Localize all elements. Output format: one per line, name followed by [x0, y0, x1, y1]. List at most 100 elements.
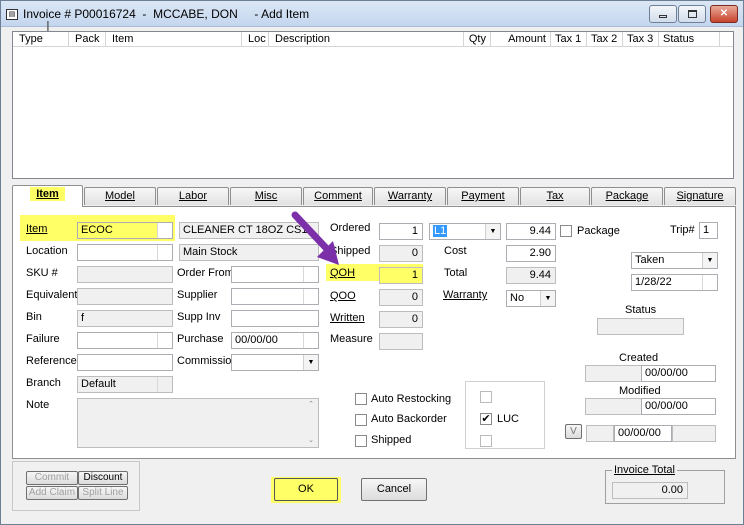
tab-misc[interactable]: Misc	[230, 187, 302, 205]
qoo-link[interactable]: QOO	[330, 290, 356, 302]
cost-input[interactable]: 2.90	[506, 245, 556, 262]
chevron-down-icon[interactable]: ▼	[303, 355, 318, 370]
invoice-lines-grid[interactable]: Type Pack Item Loc Description Qty Amoun…	[12, 31, 734, 179]
purchase-date-input[interactable]: 00/00/00	[231, 332, 319, 349]
bin-field: f	[77, 310, 173, 327]
price-level-select[interactable]: L1 ▼	[429, 223, 501, 240]
trip-input[interactable]: 1	[699, 222, 718, 239]
commission-label: Commission	[177, 355, 238, 367]
v-extra-field	[672, 425, 716, 442]
tab-item[interactable]: Item	[12, 185, 83, 207]
close-button[interactable]: ✕	[710, 5, 738, 23]
created-label: Created	[619, 352, 659, 364]
written-link[interactable]: Written	[330, 312, 365, 324]
column-header-tax2[interactable]: Tax 2	[587, 32, 623, 47]
purchase-date-button[interactable]	[303, 333, 318, 348]
supplier-input[interactable]	[231, 288, 319, 305]
split-line-button[interactable]: Split Line	[78, 486, 128, 500]
minimize-button[interactable]	[649, 5, 677, 23]
luc-group-checkbox-3[interactable]	[480, 435, 492, 447]
column-header-qty[interactable]: Qty	[464, 32, 491, 47]
shipped-checkbox[interactable]	[355, 435, 367, 447]
warranty-value: No	[510, 292, 525, 304]
trip-label: Trip#	[670, 224, 695, 236]
ordered-input[interactable]: 1	[379, 223, 423, 240]
branch-label: Branch	[26, 377, 61, 389]
chevron-down-icon[interactable]: ▼	[540, 291, 555, 306]
supp-inv-input[interactable]	[231, 310, 319, 327]
cancel-button[interactable]: Cancel	[361, 478, 427, 501]
v-button[interactable]: V	[565, 424, 582, 439]
shipped-checkbox-label: Shipped	[371, 434, 412, 446]
equivalent-label: Equivalent	[26, 289, 78, 301]
chevron-down-icon[interactable]: ▼	[485, 224, 500, 239]
auto-backorder-checkbox[interactable]	[355, 414, 367, 426]
commission-select[interactable]: ▼	[231, 354, 319, 371]
failure-input[interactable]	[77, 332, 173, 349]
measure-label: Measure	[330, 333, 373, 345]
luc-label: LUC	[497, 413, 520, 425]
location-lookup-button[interactable]	[157, 245, 172, 260]
maximize-button[interactable]	[678, 5, 706, 23]
modified-date-field: 00/00/00	[641, 398, 716, 415]
item-input[interactable]: ECOC	[77, 222, 173, 239]
location-input[interactable]	[77, 244, 173, 261]
warranty-link[interactable]: Warranty	[443, 289, 487, 301]
note-scrollbar[interactable]: ⌃ ⌄	[304, 399, 318, 447]
add-claim-button[interactable]: Add Claim	[26, 486, 78, 500]
cost-label: Cost	[444, 245, 467, 257]
price-level-value: L1	[433, 225, 448, 237]
v-date-field: 00/00/00	[614, 425, 672, 442]
column-header-item[interactable]: Item	[106, 32, 242, 47]
branch-field[interactable]: Default	[77, 376, 173, 393]
price-input[interactable]: 9.44	[506, 223, 556, 240]
taken-date-button[interactable]	[702, 275, 717, 290]
shipped-field: 0	[379, 245, 423, 262]
column-header-status[interactable]: Status	[659, 32, 720, 47]
form-icon: ▤	[6, 9, 18, 20]
purchase-label: Purchase	[177, 333, 224, 345]
column-header-type[interactable]: Type	[13, 32, 69, 47]
item-lookup-button[interactable]	[157, 223, 172, 238]
tab-package[interactable]: Package	[591, 187, 663, 205]
tab-signature[interactable]: Signature	[664, 187, 736, 205]
tab-item-label: Item	[30, 187, 65, 201]
tab-payment[interactable]: Payment	[447, 187, 519, 205]
auto-restocking-checkbox[interactable]	[355, 393, 367, 405]
tab-model[interactable]: Model	[84, 187, 156, 205]
order-from-lookup-button[interactable]	[303, 267, 318, 282]
note-textarea[interactable]: ⌃ ⌄	[77, 398, 319, 448]
ok-button[interactable]: OK	[274, 478, 338, 501]
tab-tax[interactable]: Tax	[520, 187, 590, 205]
title-bar: ▤ Invoice # P00016724 - MCCABE, DON - Ad…	[1, 1, 743, 27]
taken-date-value: 1/28/22	[635, 276, 672, 288]
column-header-tax1[interactable]: Tax 1	[551, 32, 587, 47]
luc-checkbox[interactable]: ✔	[480, 413, 492, 425]
item-label: Item	[26, 223, 48, 235]
column-header-loc[interactable]: Loc	[242, 32, 269, 47]
discount-button[interactable]: Discount	[78, 471, 128, 485]
qoh-field: 1	[379, 267, 423, 284]
column-header-pack[interactable]: Pack	[69, 32, 106, 47]
column-header-tax3[interactable]: Tax 3	[623, 32, 659, 47]
grid-header: Type Pack Item Loc Description Qty Amoun…	[13, 32, 733, 47]
column-header-amount[interactable]: Amount	[491, 32, 551, 47]
supplier-lookup-button[interactable]	[303, 289, 318, 304]
chevron-down-icon[interactable]: ▼	[702, 253, 717, 268]
branch-lookup-button[interactable]	[157, 377, 172, 392]
reference-input[interactable]	[77, 354, 173, 371]
failure-label: Failure	[26, 333, 60, 345]
tab-comment[interactable]: Comment	[303, 187, 373, 205]
luc-group-checkbox-1[interactable]	[480, 391, 492, 403]
package-checkbox[interactable]	[560, 225, 572, 237]
tab-warranty[interactable]: Warranty	[374, 187, 446, 205]
failure-lookup-button[interactable]	[157, 333, 172, 348]
tab-labor[interactable]: Labor	[157, 187, 229, 205]
commit-button[interactable]: Commit	[26, 471, 78, 485]
taken-date-input[interactable]: 1/28/22	[631, 274, 718, 291]
tab-strip: Item Model Labor Misc Comment Warranty P…	[12, 185, 736, 207]
taken-select[interactable]: Taken ▼	[631, 252, 718, 269]
warranty-select[interactable]: No ▼	[506, 290, 556, 307]
column-header-description[interactable]: Description	[269, 32, 464, 47]
equivalent-field	[77, 288, 173, 305]
